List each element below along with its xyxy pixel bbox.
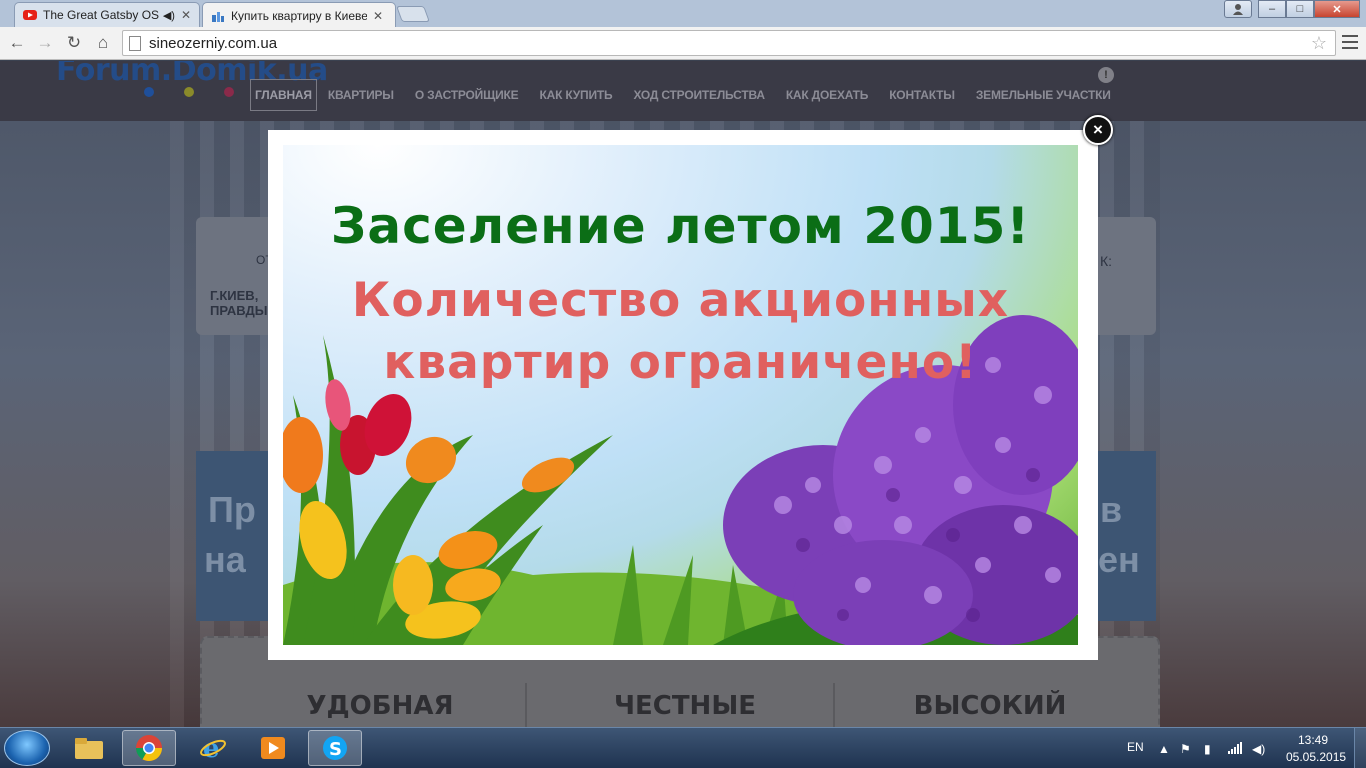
tab-label: Купить квартиру в Киеве (231, 8, 367, 23)
promo-modal: Заселение летом 2015! Количество акционн… (268, 130, 1098, 660)
show-hidden-icons-icon[interactable]: ▲ (1158, 742, 1170, 756)
nav-home[interactable]: ГЛАВНАЯ (250, 79, 317, 111)
address-line2: ПРАВДЫ (210, 303, 268, 318)
new-tab-button[interactable] (396, 6, 430, 22)
back-icon[interactable]: ← (6, 32, 28, 54)
device-icon[interactable]: ▮ (1204, 742, 1211, 756)
address-text: Г.КИЕВ, ПРАВДЫ (210, 288, 267, 318)
nav-construction[interactable]: ХОД СТРОИТЕЛЬСТВА (623, 80, 774, 110)
browser-tabstrip: The Great Gatsby OST ◀) ✕ Купить квартир… (0, 0, 1366, 28)
svg-text:e: e (203, 734, 220, 762)
internet-explorer-icon[interactable]: e (186, 730, 240, 766)
feature-high: ВЫСОКИЙ (913, 691, 1067, 721)
nav-developer[interactable]: О ЗАСТРОЙЩИКЕ (405, 80, 529, 110)
volume-icon[interactable]: ◀) (1252, 742, 1265, 756)
info-icon[interactable]: ! (1098, 67, 1114, 83)
start-button[interactable] (4, 730, 50, 766)
banner-text-r2: ен (1098, 539, 1140, 580)
banner-text-l1: Пр (208, 489, 256, 530)
maximize-button[interactable]: □ (1286, 0, 1314, 18)
feature-honest: ЧЕСТНЫЕ (613, 691, 757, 721)
forward-icon[interactable]: → (34, 32, 56, 54)
url-text: sineozerniy.com.ua (149, 34, 278, 52)
bookmark-star-icon[interactable]: ☆ (1311, 33, 1327, 54)
reload-icon[interactable]: ↻ (63, 32, 85, 54)
nav-contacts[interactable]: КОНТАКТЫ (879, 80, 965, 110)
feature-divider (833, 683, 835, 727)
close-window-button[interactable]: ✕ (1314, 0, 1360, 18)
browser-toolbar: ← → ↻ ⌂ sineozerniy.com.ua ☆ (0, 27, 1366, 60)
media-player-icon[interactable] (246, 730, 300, 766)
clock-date[interactable]: 05.05.2015 (1286, 750, 1346, 764)
tab-gatsby[interactable]: The Great Gatsby OST ◀) ✕ (14, 2, 200, 27)
clock-time[interactable]: 13:49 (1298, 733, 1328, 747)
svg-text:S: S (329, 739, 342, 760)
speaker-icon[interactable]: ◀) (163, 9, 175, 22)
tab-close-icon[interactable]: ✕ (181, 8, 191, 22)
promo-headline: Заселение летом 2015! (330, 197, 1031, 255)
minimize-button[interactable]: – (1258, 0, 1286, 18)
banner-text-r1: в (1100, 489, 1123, 530)
color-dots (144, 87, 234, 97)
site-header: Forum.Domik.ua ГЛАВНАЯ КВАРТИРЫ О ЗАСТРО… (0, 61, 1366, 121)
language-indicator[interactable]: EN (1127, 740, 1144, 754)
site-icon (211, 9, 225, 23)
address-line1: Г.КИЕВ, (210, 288, 259, 303)
chrome-icon[interactable] (122, 730, 176, 766)
tab-close-icon[interactable]: ✕ (373, 9, 383, 23)
nav-apartments[interactable]: КВАРТИРЫ (318, 80, 404, 110)
show-desktop-button[interactable] (1354, 728, 1366, 768)
promo-image[interactable]: Заселение летом 2015! Количество акционн… (283, 145, 1078, 645)
nav-how-to-buy[interactable]: КАК КУПИТЬ (529, 80, 622, 110)
tab-label: The Great Gatsby OST (43, 8, 159, 22)
promo-subline2: квартир ограничено! (383, 335, 978, 390)
window-controls: – □ ✕ (1224, 0, 1360, 18)
file-explorer-icon[interactable] (62, 730, 116, 766)
network-signal-icon[interactable] (1228, 742, 1242, 757)
feature-convenient: УДОБНАЯ (306, 691, 454, 721)
windows-taskbar: e S EN ▲ ⚑ ▮ ◀) 13:49 05.05.2015 (0, 727, 1366, 768)
youtube-icon (23, 8, 37, 22)
tab-kupit[interactable]: Купить квартиру в Киеве ✕ (202, 2, 396, 28)
skype-icon[interactable]: S (308, 730, 362, 766)
feature-divider (525, 683, 527, 727)
address-bar[interactable]: sineozerniy.com.ua ☆ (122, 30, 1336, 56)
nav-directions[interactable]: КАК ДОЕХАТЬ (776, 80, 878, 110)
home-icon[interactable]: ⌂ (92, 32, 114, 54)
modal-close-button[interactable]: × (1083, 115, 1113, 145)
page-icon (129, 35, 141, 51)
action-center-flag-icon[interactable]: ⚑ (1180, 742, 1191, 756)
main-nav: ГЛАВНАЯ КВАРТИРЫ О ЗАСТРОЙЩИКЕ КАК КУПИТ… (250, 79, 1122, 111)
panel-right-label: К: (1100, 253, 1113, 269)
nav-land-plots[interactable]: ЗЕМЕЛЬНЫЕ УЧАСТКИ (966, 80, 1121, 110)
user-icon[interactable] (1224, 0, 1252, 18)
promo-subline1: Количество акционных (351, 273, 1010, 328)
chrome-menu-icon[interactable] (1342, 35, 1358, 49)
banner-text-l2: на (204, 539, 246, 580)
